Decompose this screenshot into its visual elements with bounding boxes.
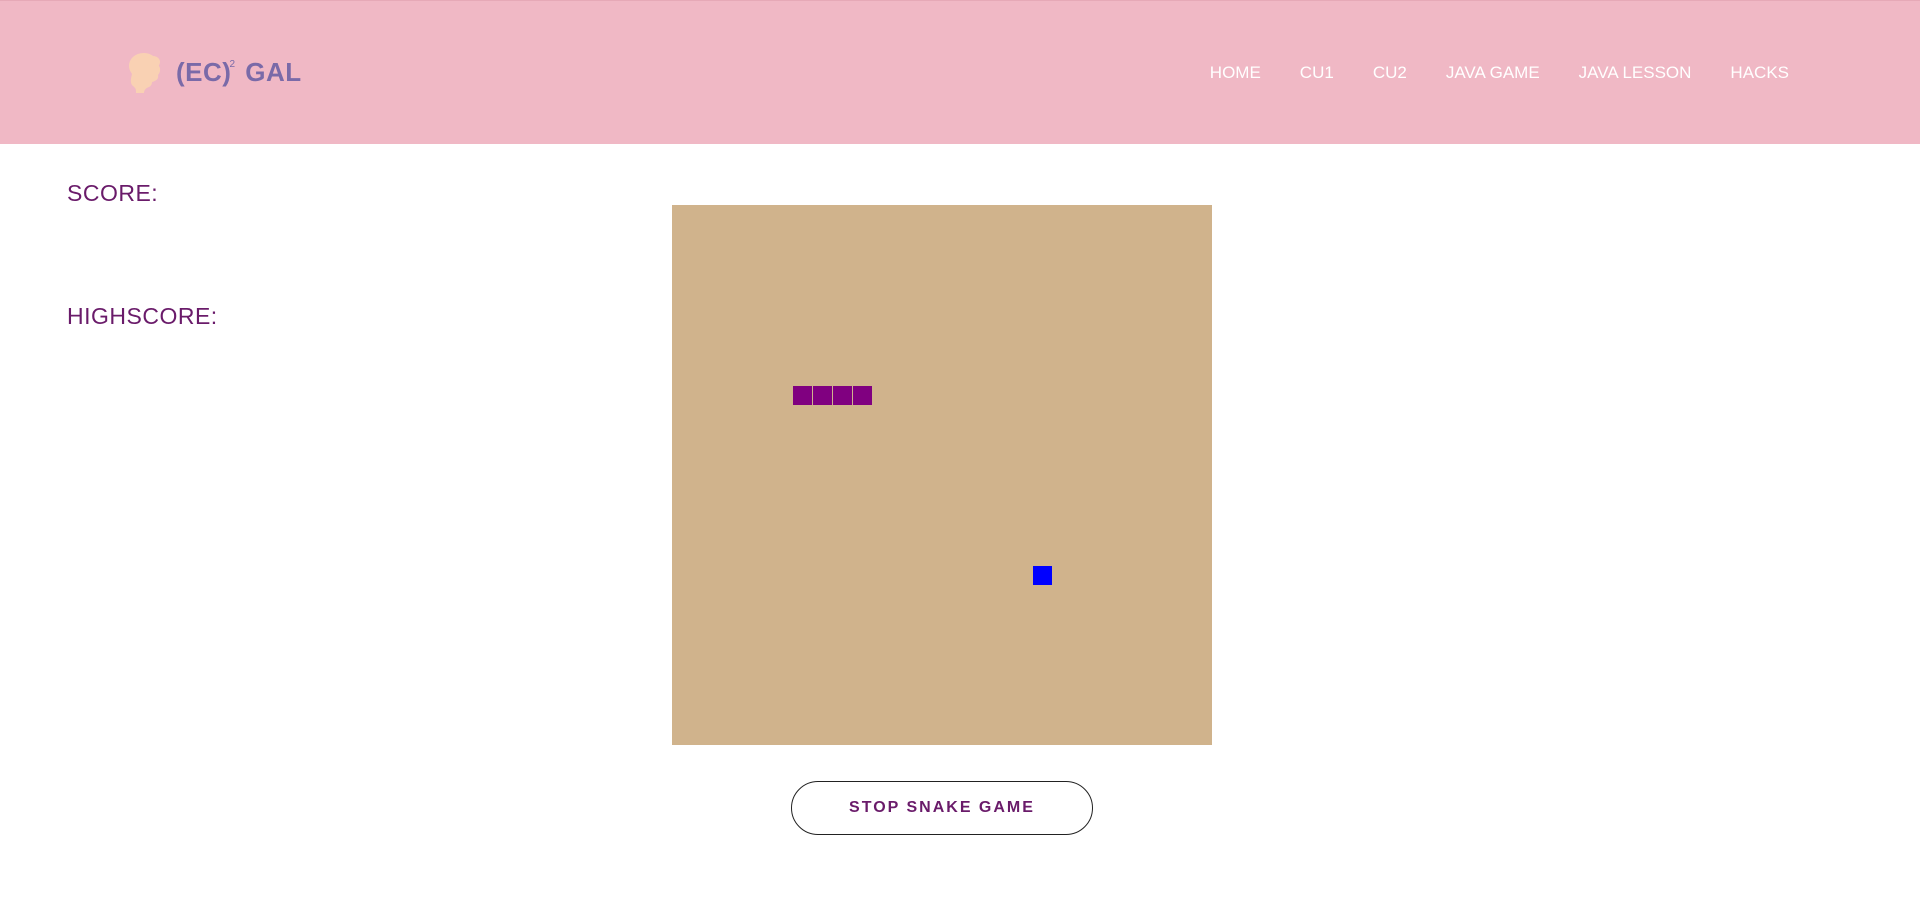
nav-java-lesson[interactable]: JAVA LESSON (1579, 63, 1692, 83)
stop-snake-game-button[interactable]: STOP SNAKE GAME (791, 781, 1093, 835)
nav-home[interactable]: HOME (1210, 63, 1261, 83)
score-display: SCORE: (67, 180, 162, 207)
score-label: SCORE: (67, 180, 159, 206)
game-board[interactable] (672, 205, 1212, 745)
nav-cu1[interactable]: CU1 (1300, 63, 1334, 83)
nav-hacks[interactable]: HACKS (1730, 63, 1789, 83)
site-logo[interactable]: (EC)2 GAL (126, 51, 302, 93)
logo-text: (EC)2 GAL (176, 57, 302, 88)
food-pellet (1033, 566, 1052, 585)
snake-segment (853, 386, 872, 405)
snake-segment (813, 386, 832, 405)
highscore-display: HIGHSCORE: (67, 303, 222, 330)
logo-text-main: (EC) (176, 56, 232, 87)
nav-java-game[interactable]: JAVA GAME (1446, 63, 1540, 83)
logo-superscript: 2 (229, 58, 236, 70)
nav-cu2[interactable]: CU2 (1373, 63, 1407, 83)
woman-profile-icon (129, 53, 161, 93)
main-nav: HOME CU1 CU2 JAVA GAME JAVA LESSON HACKS (1171, 63, 1789, 83)
site-header: (EC)2 GAL HOME CU1 CU2 JAVA GAME JAVA LE… (0, 0, 1920, 144)
snake-segment (833, 386, 852, 405)
highscore-label: HIGHSCORE: (67, 303, 218, 329)
snake-segment (793, 386, 812, 405)
logo-text-suffix: GAL (245, 56, 302, 87)
